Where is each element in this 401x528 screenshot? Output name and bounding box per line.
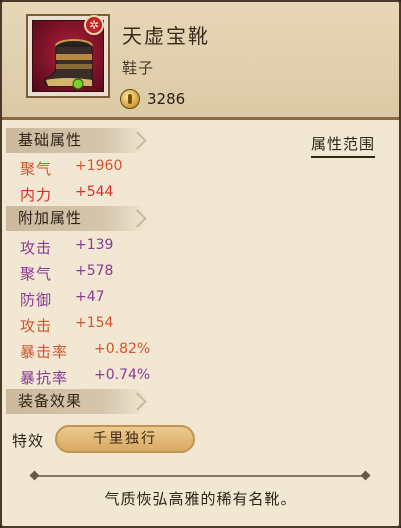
attr-label: 聚气 [20, 265, 53, 283]
extra-attr-row: 攻击 +154 [20, 315, 113, 336]
item-description: 气质恢弘高雅的稀有名靴。 [104, 490, 297, 508]
extra-attr-row: 暴抗率 +0.74% [20, 367, 150, 388]
equipment-effect-header: 装备效果 [6, 389, 148, 414]
special-effect-skill-button[interactable]: 千里独行 [55, 425, 195, 453]
item-type: 鞋子 [122, 59, 155, 77]
attr-label: 暴击率 [20, 343, 69, 361]
attr-value: +578 [75, 263, 114, 279]
attr-value: +544 [75, 184, 114, 200]
extra-attr-row: 暴击率 +0.82% [20, 341, 150, 362]
coin-icon [120, 89, 140, 109]
attribute-range-button[interactable]: 属性范围 [311, 133, 376, 158]
item-name: 天虚宝靴 [122, 24, 210, 48]
attr-label: 暴抗率 [20, 369, 69, 387]
attr-value: +0.74% [94, 367, 151, 383]
extra-attributes-header: 附加属性 [6, 206, 148, 231]
base-attributes-header: 基础属性 [6, 128, 148, 153]
special-effect-label: 特效 [12, 432, 45, 450]
attr-label: 攻击 [20, 239, 53, 257]
attr-value: +1960 [75, 158, 123, 174]
item-tooltip-panel: ✲ 天虚宝靴 鞋子 3286 基础属性 属性范围 聚气 +1960 内力 +54… [0, 0, 401, 528]
attr-label: 攻击 [20, 317, 53, 335]
extra-attr-row: 攻击 +139 [20, 237, 113, 258]
item-price: 3286 [147, 90, 186, 108]
attr-label: 聚气 [20, 160, 53, 178]
base-attr-row: 聚气 +1960 [20, 158, 122, 179]
extra-attr-row: 防御 +47 [20, 289, 105, 310]
price-row: 3286 [120, 88, 185, 110]
attr-value: +47 [75, 289, 105, 305]
item-header: ✲ 天虚宝靴 鞋子 3286 [2, 2, 399, 120]
extra-attr-row: 聚气 +578 [20, 263, 113, 284]
attr-label: 内力 [20, 186, 53, 204]
divider [35, 475, 365, 477]
base-attr-row: 内力 +544 [20, 184, 113, 205]
attr-value: +0.82% [94, 341, 151, 357]
attr-value: +139 [75, 237, 114, 253]
attr-value: +154 [75, 315, 114, 331]
rank-badge-icon: ✲ [84, 15, 104, 35]
attr-label: 防御 [20, 291, 53, 309]
